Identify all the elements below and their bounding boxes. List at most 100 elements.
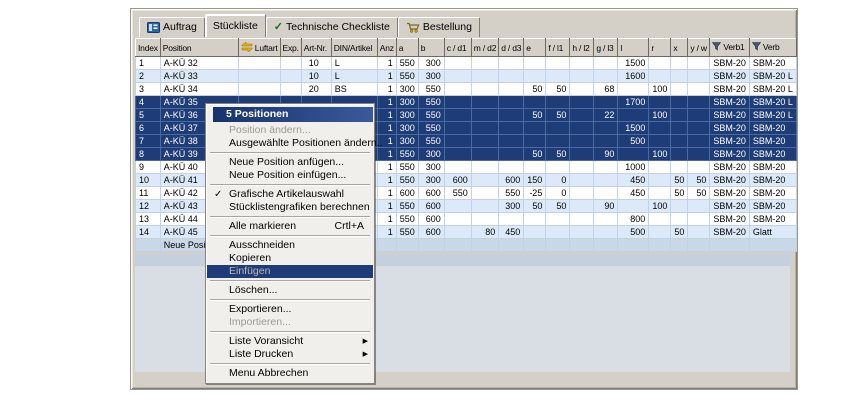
menu-item-st-cklistengrafiken-berechnen[interactable]: Stücklistengrafiken berechnen	[207, 201, 373, 214]
column-header-luftart[interactable]: Luftart	[238, 39, 280, 57]
menu-item-ausschneiden[interactable]: Ausschneiden	[207, 239, 373, 252]
cell-a: 300	[396, 135, 418, 148]
column-header-gl3[interactable]: g / l3	[594, 39, 618, 57]
column-header-position[interactable]: Position	[160, 39, 238, 57]
menu-item-importieren: Importieren...	[207, 316, 373, 329]
menu-item-neue-position-anf-gen[interactable]: Neue Position anfügen...	[207, 156, 373, 169]
menu-item-neue-position-einf-gen[interactable]: Neue Position einfügen...	[207, 169, 373, 182]
column-header-fl1[interactable]: f / l1	[546, 39, 570, 57]
menu-item-liste-voransicht[interactable]: Liste Voransicht▶	[207, 335, 373, 348]
column-header-verb1[interactable]: Verb1	[710, 39, 750, 57]
column-header-label: l	[620, 43, 622, 53]
cell-a: 300	[396, 122, 418, 135]
cell-verb1: SBM-20	[710, 109, 750, 122]
menu-item-einf-gen: Einfügen	[207, 265, 373, 278]
cell-b: 550	[418, 96, 444, 109]
column-header-r[interactable]: r	[649, 39, 671, 57]
column-header-yw[interactable]: y / w	[688, 39, 710, 57]
cell-a: 550	[396, 213, 418, 226]
cell-l: 450	[618, 187, 649, 200]
column-header-verb2[interactable]: Verb	[749, 39, 796, 57]
cell-fl1: 50	[546, 200, 570, 213]
cell-fl1	[546, 135, 570, 148]
cell-x	[671, 200, 688, 213]
cell-yw	[688, 96, 710, 109]
cell-e	[524, 57, 546, 70]
column-header-b[interactable]: b	[418, 39, 444, 57]
cell-hl2	[570, 174, 594, 187]
column-header-e[interactable]: e	[524, 39, 546, 57]
cell-l: 1500	[618, 57, 649, 70]
column-header-din[interactable]: DIN/Artikel	[331, 39, 377, 57]
cell-md2	[471, 70, 498, 83]
column-header-md2[interactable]: m / d2	[471, 39, 498, 57]
menu-item-alle-markieren[interactable]: Alle markierenCrtl+A	[207, 220, 373, 233]
cell-yw	[688, 83, 710, 96]
cell-verb2: SBM-20	[749, 161, 796, 174]
cell-b: 300	[418, 161, 444, 174]
cell-fl1	[546, 57, 570, 70]
menu-item-label: Kopieren	[229, 252, 271, 264]
menu-item-ausgew-hlte-positionen-ndern[interactable]: Ausgewählte Positionen ändern..	[207, 137, 373, 150]
menu-item-grafische-artikelauswahl[interactable]: ✓Grafische Artikelauswahl	[207, 188, 373, 201]
cell-gl3	[594, 96, 618, 109]
cell-fl1: 50	[546, 83, 570, 96]
tab-stueckliste[interactable]: Stückliste	[205, 14, 266, 37]
column-header-x[interactable]: x	[671, 39, 688, 57]
cell-yw	[688, 135, 710, 148]
menu-item-liste-drucken[interactable]: Liste Drucken▶	[207, 348, 373, 361]
menu-item-l-schen[interactable]: Löschen...	[207, 284, 373, 297]
cell-r	[649, 122, 671, 135]
menu-shortcut: Crtl+A	[335, 220, 364, 233]
cell-dd3: 300	[499, 200, 524, 213]
column-header-hl2[interactable]: h / l2	[570, 39, 594, 57]
cell-verb2: Glatt	[749, 226, 796, 239]
cell-index: 7	[136, 135, 161, 148]
tab-auftrag[interactable]: Auftrag	[139, 17, 205, 37]
cell-hl2	[570, 239, 594, 252]
cell-anz: 1	[377, 96, 396, 109]
cell-e	[524, 239, 546, 252]
column-header-cd1[interactable]: c / d1	[444, 39, 471, 57]
menu-item-label: Position ändern...	[229, 124, 311, 136]
menu-item-menu-abbrechen[interactable]: Menu Abbrechen	[207, 367, 373, 380]
cell-artnr: 20	[301, 83, 331, 96]
table-row[interactable]: 3A-KÜ 3420BS1300550505068100SBM-20SBM-20…	[136, 83, 797, 96]
cell-hl2	[570, 148, 594, 161]
cell-e	[524, 135, 546, 148]
cell-cd1	[444, 83, 471, 96]
menu-item-kopieren[interactable]: Kopieren	[207, 252, 373, 265]
cell-gl3	[594, 174, 618, 187]
cell-gl3	[594, 187, 618, 200]
menu-item-exportieren[interactable]: Exportieren...	[207, 303, 373, 316]
cell-dd3	[499, 109, 524, 122]
column-header-label: Exp.	[283, 43, 299, 53]
column-header-label: h / l2	[572, 43, 589, 53]
column-header-index[interactable]: Index	[136, 39, 161, 57]
cell-yw	[688, 57, 710, 70]
column-header-exp[interactable]: Exp.	[280, 39, 301, 57]
cell-verb1: SBM-20	[710, 57, 750, 70]
menu-item-label: Stücklistengrafiken berechnen	[229, 201, 370, 213]
column-header-artnr[interactable]: Art-Nr.	[301, 39, 331, 57]
cell-a	[396, 239, 418, 252]
cell-b	[418, 239, 444, 252]
table-row[interactable]: 2A-KÜ 3310L15503001600SBM-20SBM-20 L	[136, 70, 797, 83]
column-header-dd3[interactable]: d / d3	[499, 39, 524, 57]
tab-bestellung[interactable]: Bestellung	[398, 17, 480, 37]
cell-verb1: SBM-20	[710, 226, 750, 239]
cell-yw	[688, 161, 710, 174]
column-header-anz[interactable]: Anz	[377, 39, 396, 57]
cell-anz: 1	[377, 122, 396, 135]
cell-x	[671, 83, 688, 96]
tab-technische-checkliste[interactable]: ✓ Technische Checkliste	[266, 17, 398, 37]
cell-anz: 1	[377, 70, 396, 83]
cell-r: 100	[649, 109, 671, 122]
cell-x	[671, 213, 688, 226]
column-header-a[interactable]: a	[396, 39, 418, 57]
cell-md2	[471, 239, 498, 252]
table-row[interactable]: 1A-KÜ 3210L15503001500SBM-20SBM-20	[136, 57, 797, 70]
column-header-l[interactable]: l	[618, 39, 649, 57]
cell-dd3	[499, 70, 524, 83]
menu-item-label: Einfügen	[229, 265, 270, 277]
